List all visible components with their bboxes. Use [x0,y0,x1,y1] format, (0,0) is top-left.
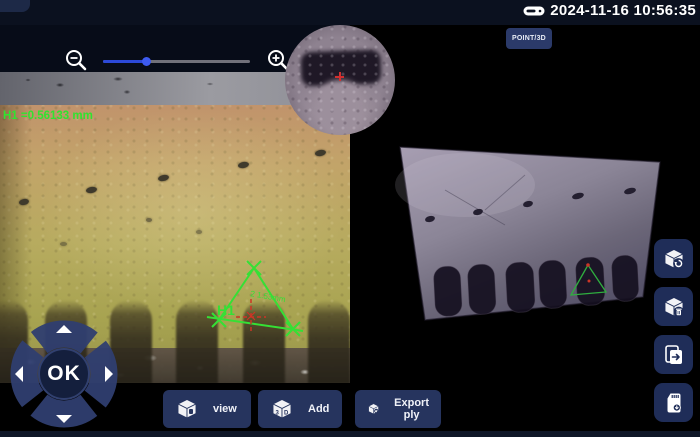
export-ply-button-label: Export ply [394,397,429,421]
zoom-slider[interactable] [103,60,250,63]
cube-delete-icon [662,295,686,319]
copy-export-icon [662,343,686,367]
storage-drive-icon [523,4,545,18]
camera-slot [176,300,218,383]
dpad: OK [6,316,122,432]
add-button-label: Add [308,403,329,415]
timestamp: 2024-11-16 10:56:35 [550,2,696,19]
zoom-out-icon [63,47,89,73]
save-card-icon [662,391,686,415]
point-3d-mode-button[interactable]: POINT/3D [506,28,552,49]
delete-3d-button[interactable] [654,287,693,326]
export-file-button[interactable] [654,335,693,374]
cube-add-icon: 3 D [270,397,294,421]
topleft-tab [0,0,30,12]
add-button[interactable]: 3 D Add [258,390,342,428]
cube-export-icon [367,397,380,421]
surface-hole [196,230,202,234]
reset-3d-button[interactable] [654,239,693,278]
clock: 2024-11-16 10:56:35 [523,2,696,19]
ok-button[interactable]: OK [38,348,90,400]
camera-slot [243,300,285,383]
save-file-button[interactable] [654,383,693,422]
cube-rotate-icon [662,247,686,271]
point-cloud-view[interactable] [375,115,685,350]
cube-view-icon [175,397,199,421]
top-status-bar: 2024-11-16 10:56:35 [0,0,700,25]
zoom-out-button[interactable] [63,47,89,73]
view-button[interactable]: view [163,390,251,428]
view-button-label: view [213,403,237,415]
magnifier-inset [285,25,395,135]
svg-text:D: D [284,411,289,417]
surface-hole [60,242,67,246]
app-screen: 2024-11-16 10:56:35 POINT/3D [0,0,700,437]
camera-slot [308,300,350,383]
zoom-slider-thumb[interactable] [142,57,151,66]
zoom-slider-fill [103,60,146,63]
export-ply-button[interactable]: Export ply [355,390,441,428]
point-cloud-mesh [375,115,685,350]
surface-hole [146,218,152,222]
